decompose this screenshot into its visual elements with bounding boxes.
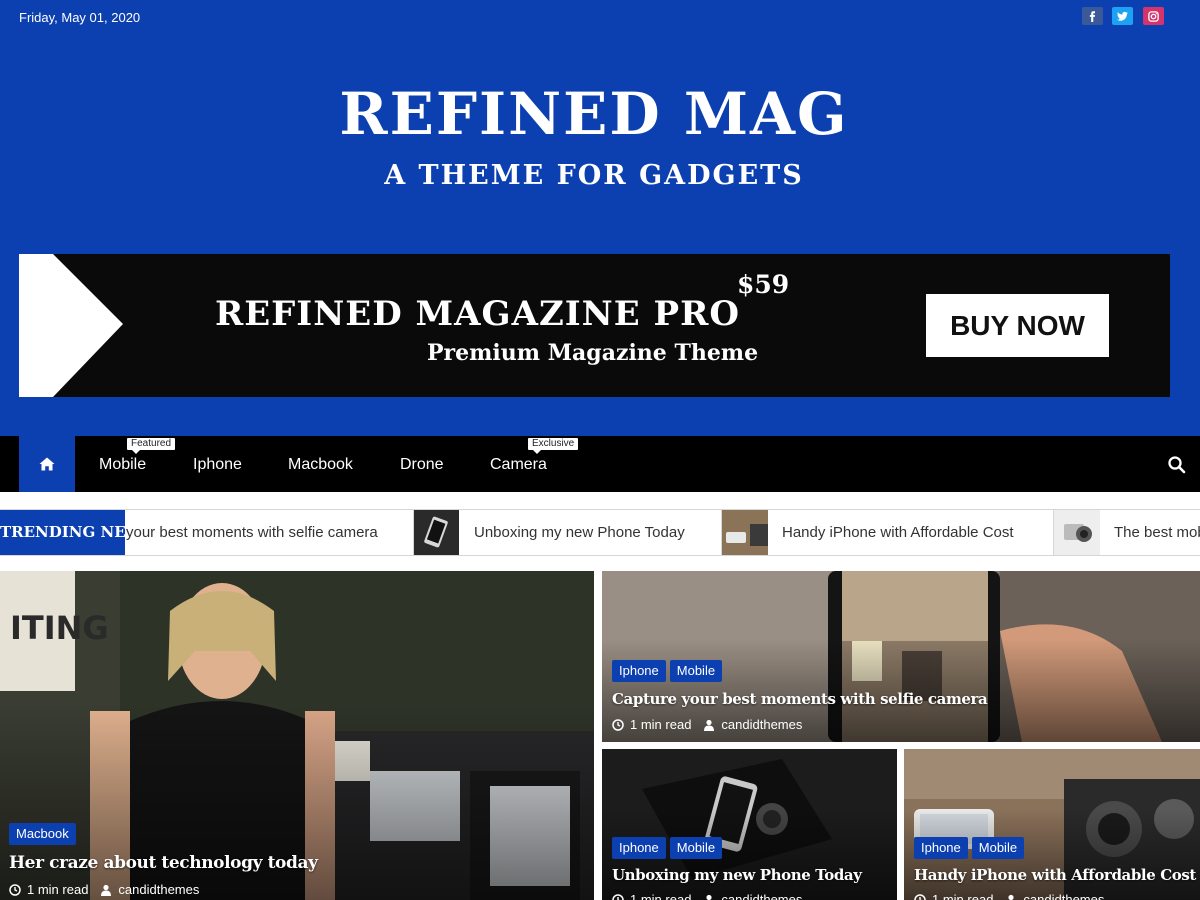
nav-item-iphone[interactable]: Iphone: [193, 436, 242, 492]
category-tag[interactable]: Iphone: [612, 837, 666, 859]
current-date: Friday, May 01, 2020: [19, 10, 141, 25]
user-icon: [704, 719, 715, 731]
instagram-icon: [1148, 10, 1159, 22]
search-icon[interactable]: [1166, 454, 1188, 476]
promo-banner[interactable]: REFINED MAGAZINE PRO $59 Premium Magazin…: [19, 254, 1170, 397]
svg-text:ITING: ITING: [10, 609, 109, 647]
post-title[interactable]: Unboxing my new Phone Today: [612, 866, 862, 884]
category-tag[interactable]: Macbook: [9, 823, 76, 845]
post-categories: Iphone Mobile: [612, 837, 723, 859]
category-tag[interactable]: Mobile: [669, 837, 723, 859]
trending-item[interactable]: Handy iPhone with Affordable Cost: [782, 510, 1014, 555]
post-categories: Iphone Mobile: [914, 837, 1025, 859]
nav-item-mobile[interactable]: Mobile: [99, 436, 146, 492]
buy-now-button[interactable]: BUY NOW: [926, 294, 1109, 357]
trending-ticker: TRENDING NEWS your best moments with sel…: [0, 509, 1200, 556]
main-navigation: Featured Mobile Iphone Macbook Drone Exc…: [0, 436, 1200, 492]
author-link[interactable]: candidthemes: [721, 717, 802, 732]
facebook-icon: [1089, 10, 1096, 22]
post-categories: Macbook: [9, 823, 76, 845]
trending-item[interactable]: your best moments with selfie camera: [126, 510, 378, 555]
instagram-link[interactable]: [1143, 7, 1164, 25]
site-title[interactable]: REFINED MAG: [0, 78, 1188, 150]
clock-icon: [9, 883, 21, 896]
post-meta: 1 min read candidthemes: [612, 717, 802, 732]
post-title[interactable]: Capture your best moments with selfie ca…: [612, 690, 988, 708]
trending-thumbnail[interactable]: [721, 510, 768, 555]
post-title[interactable]: Her craze about technology today: [9, 853, 318, 873]
author-link[interactable]: candidthemes: [118, 882, 199, 897]
home-icon: [39, 457, 55, 471]
nav-item-drone[interactable]: Drone: [400, 436, 444, 492]
read-time: 1 min read: [630, 892, 692, 900]
read-time: 1 min read: [932, 892, 994, 900]
clock-icon: [612, 893, 624, 900]
featured-post-large[interactable]: ITING Macbook Her craze about technology…: [0, 571, 594, 900]
banner-subtitle: Premium Magazine Theme: [427, 340, 759, 366]
author-link[interactable]: candidthemes: [1023, 892, 1104, 900]
clock-icon: [612, 718, 624, 731]
site-branding: REFINED MAG A THEME FOR GADGETS: [0, 78, 1188, 191]
category-tag[interactable]: Mobile: [971, 837, 1025, 859]
facebook-link[interactable]: [1082, 7, 1103, 25]
site-tagline: A THEME FOR GADGETS: [384, 160, 804, 191]
trending-item[interactable]: Unboxing my new Phone Today: [474, 510, 685, 555]
post-meta: 1 min read candidthemes: [612, 892, 802, 900]
post-title[interactable]: Handy iPhone with Affordable Cost: [914, 866, 1196, 884]
banner-price: $59: [737, 270, 790, 299]
post-meta: 1 min read candidthemes: [9, 882, 199, 897]
featured-post[interactable]: Iphone Mobile Handy iPhone with Affordab…: [904, 749, 1200, 900]
banner-title: REFINED MAGAZINE PRO: [215, 294, 740, 334]
site-header: Friday, May 01, 2020 REFINED MAG A THEME…: [0, 0, 1200, 436]
user-icon: [1008, 894, 1015, 900]
user-icon: [101, 884, 112, 896]
twitter-icon: [1117, 11, 1128, 21]
featured-post[interactable]: Iphone Mobile Unboxing my new Phone Toda…: [602, 749, 897, 900]
featured-post[interactable]: Iphone Mobile Capture your best moments …: [602, 571, 1200, 742]
nav-item-camera[interactable]: Camera: [490, 436, 547, 492]
read-time: 1 min read: [630, 717, 692, 732]
category-tag[interactable]: Mobile: [669, 660, 723, 682]
post-categories: Iphone Mobile: [612, 660, 723, 682]
trending-thumbnail[interactable]: [1053, 510, 1100, 555]
trending-label: TRENDING NEWS: [0, 510, 125, 555]
home-button[interactable]: [19, 436, 75, 492]
nav-item-macbook[interactable]: Macbook: [288, 436, 353, 492]
clock-icon: [914, 893, 926, 900]
trending-item[interactable]: The best mob: [1114, 510, 1200, 555]
post-meta: 1 min read candidthemes: [914, 892, 1104, 900]
twitter-link[interactable]: [1112, 7, 1133, 25]
category-tag[interactable]: Iphone: [914, 837, 968, 859]
read-time: 1 min read: [27, 882, 89, 897]
play-arrow-icon: [19, 254, 123, 397]
trending-thumbnail[interactable]: [413, 510, 459, 555]
user-icon: [706, 894, 713, 900]
author-link[interactable]: candidthemes: [721, 892, 802, 900]
category-tag[interactable]: Iphone: [612, 660, 666, 682]
